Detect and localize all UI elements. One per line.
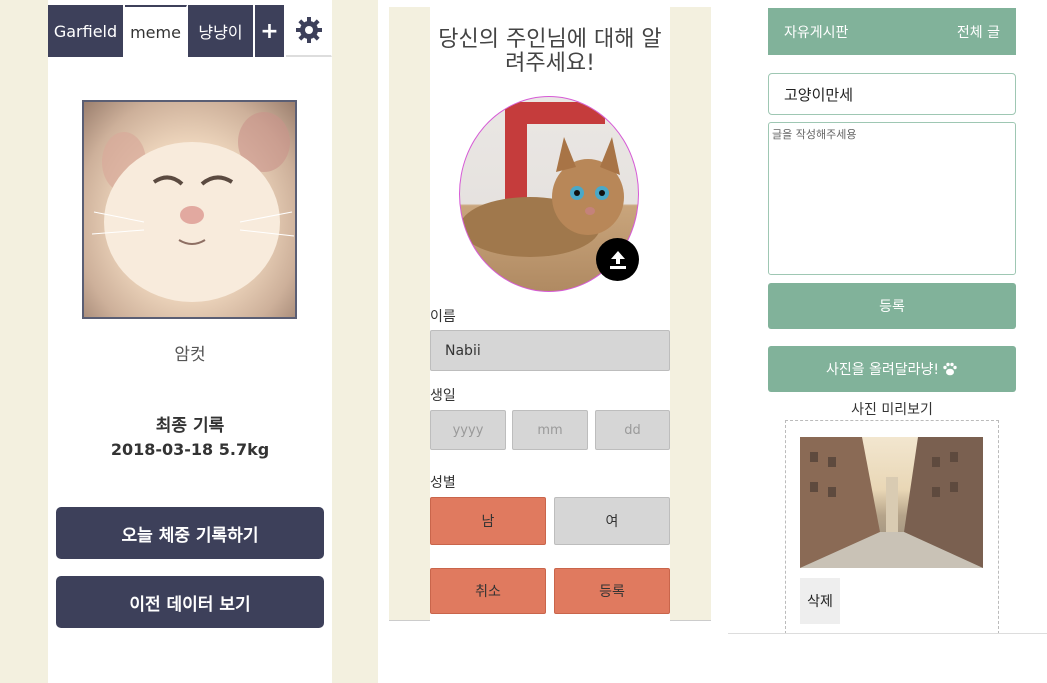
preview-label: 사진 미리보기 — [851, 402, 933, 418]
preview-image — [800, 437, 983, 568]
upload-photo-button[interactable] — [596, 238, 639, 281]
name-label: 이름 — [430, 309, 456, 325]
upload-icon — [609, 250, 626, 269]
tab-nyangnyang[interactable]: 냥냥이 — [188, 5, 254, 57]
city-street-illustration — [800, 437, 983, 568]
gender-female-button[interactable]: 여 — [554, 497, 670, 545]
birth-day-input[interactable]: dd — [595, 410, 670, 450]
cancel-button[interactable]: 취소 — [430, 568, 546, 614]
record-weight-button[interactable]: 오늘 체중 기록하기 — [56, 507, 324, 559]
add-tab-button[interactable]: + — [255, 5, 285, 57]
view-history-button[interactable]: 이전 데이터 보기 — [56, 576, 324, 628]
gender-label: 성별 — [430, 475, 456, 491]
register-heading: 당신의 주인님에 대해 알려주세요! — [438, 27, 662, 76]
cat-photo — [82, 100, 297, 319]
name-input[interactable]: Nabii — [430, 330, 670, 371]
submit-button[interactable]: 등록 — [554, 568, 670, 614]
delete-photo-button[interactable]: 삭제 — [800, 578, 840, 624]
tab-garfield[interactable]: Garfield — [48, 5, 124, 57]
tab-meme[interactable]: meme — [125, 5, 187, 57]
board-title: 자유게시판 — [784, 25, 849, 41]
cat-face-illustration — [91, 112, 295, 302]
post-title-input[interactable]: 고양이만세 — [768, 73, 1016, 115]
post-content-textarea[interactable]: 글을 작성해주세용 — [768, 122, 1016, 275]
paw-icon — [943, 362, 957, 376]
gender-male-button[interactable]: 남 — [430, 497, 546, 545]
divider — [728, 633, 1047, 634]
gear-icon — [295, 17, 322, 43]
record-value: 2018-03-18 5.7kg — [110, 440, 270, 459]
record-title: 최종 기록 — [155, 416, 225, 436]
birth-month-input[interactable]: mm — [512, 410, 588, 450]
register-post-button[interactable]: 등록 — [768, 283, 1016, 329]
upload-photo-label: 사진을 올려달라냥! — [825, 362, 940, 378]
birth-year-input[interactable]: yyyy — [430, 410, 506, 450]
settings-button[interactable] — [286, 5, 332, 57]
cat-gender: 암컷 — [174, 345, 206, 365]
board-header: 자유게시판 전체 글 — [768, 8, 1016, 55]
birthday-label: 생일 — [430, 388, 456, 404]
all-posts-link[interactable]: 전체 글 — [957, 22, 1000, 42]
upload-photo-button-board[interactable]: 사진을 올려달라냥! — [768, 346, 1016, 392]
